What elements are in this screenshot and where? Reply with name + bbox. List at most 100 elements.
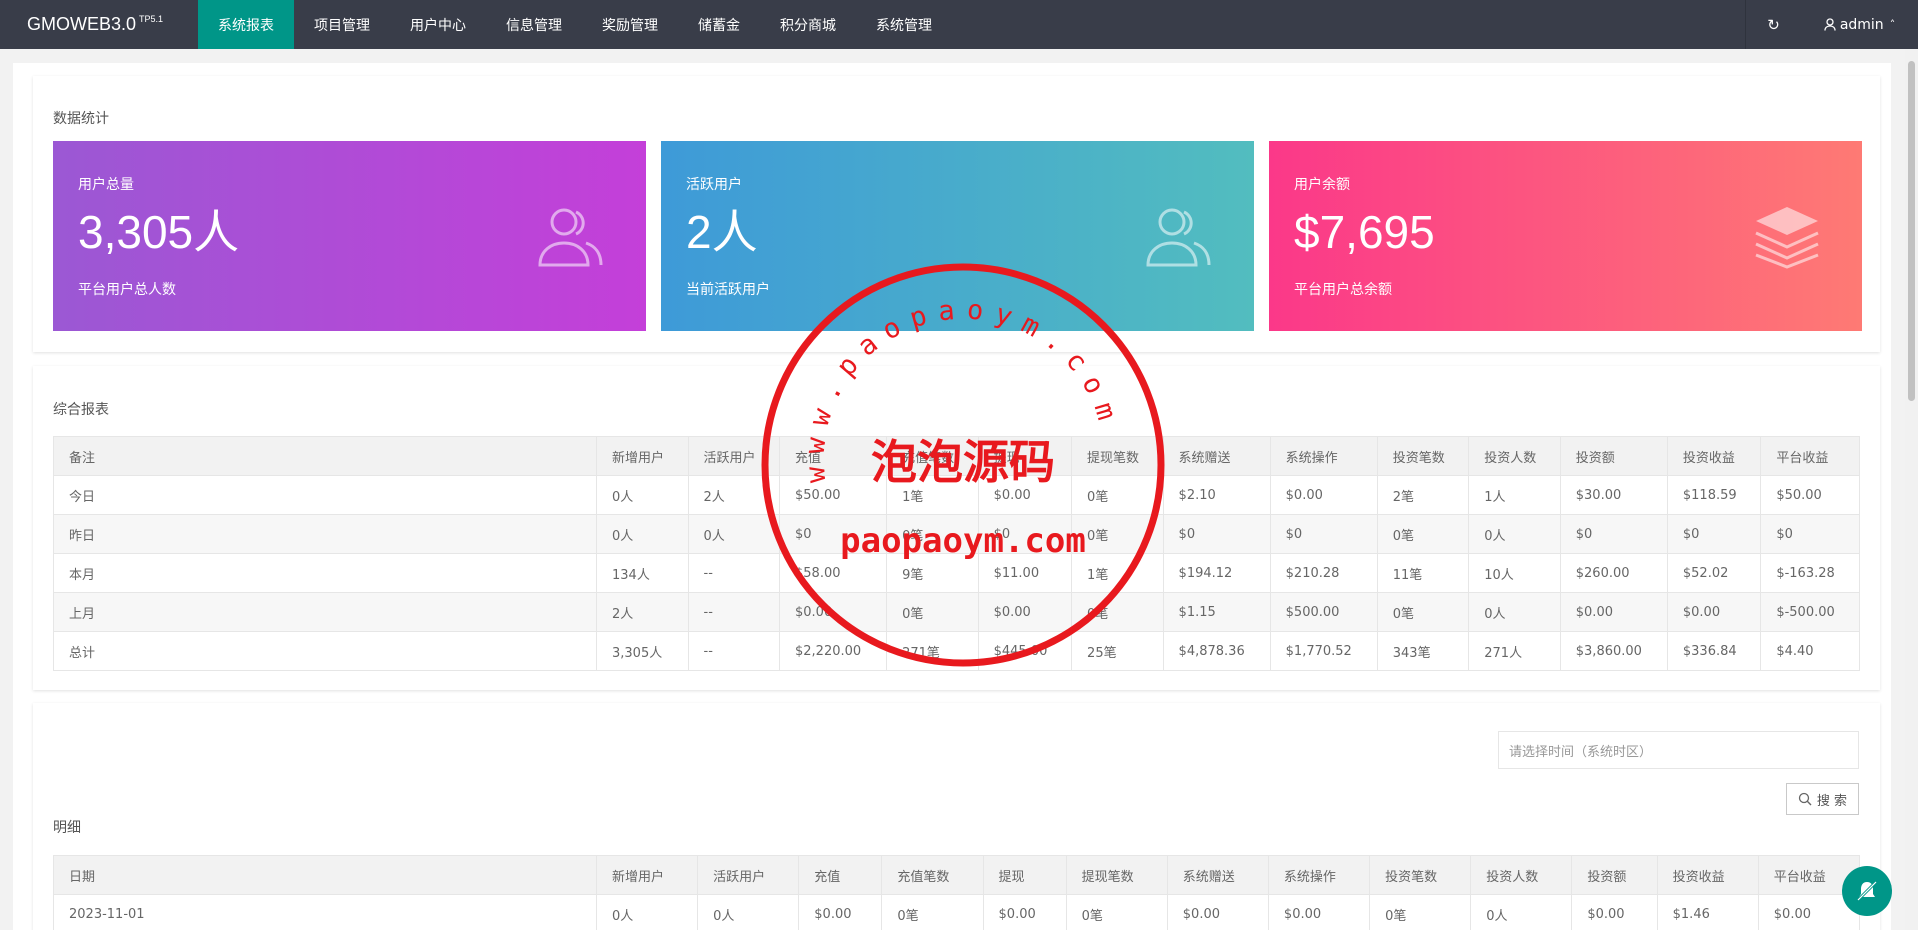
table-cell: 本月 <box>53 553 597 593</box>
table-cell: $0.00 <box>1571 894 1658 930</box>
logo[interactable]: GMOWEB3.0 TP5.1 <box>0 0 198 49</box>
nav-item-1[interactable]: 项目管理 <box>294 0 390 49</box>
stat-caption: 当前活跃用户 <box>686 282 770 298</box>
column-header: 充值笔数 <box>881 855 984 895</box>
table-cell: $445.00 <box>977 631 1073 671</box>
table-cell: 271人 <box>1468 631 1561 671</box>
table-cell: $0.00 <box>1269 475 1378 515</box>
table-cell: 0笔 <box>1071 475 1164 515</box>
column-header: 提现笔数 <box>1065 855 1168 895</box>
table-cell: 0笔 <box>886 592 979 632</box>
column-header: 提现 <box>982 855 1067 895</box>
table-cell: 134人 <box>596 553 689 593</box>
table-cell: $0 <box>1559 514 1668 554</box>
table-cell: 1人 <box>1468 475 1561 515</box>
nav-item-3[interactable]: 信息管理 <box>486 0 582 49</box>
table-cell: $58.00 <box>778 553 888 593</box>
nav-item-0[interactable]: 系统报表 <box>198 0 294 49</box>
table-cell: $118.59 <box>1666 475 1762 515</box>
nav-item-2[interactable]: 用户中心 <box>390 0 486 49</box>
username: admin <box>1839 16 1884 33</box>
table-cell: $0.00 <box>982 894 1067 930</box>
chevron-up-icon: ˄ <box>1889 18 1896 31</box>
user-menu[interactable]: admin ˄ <box>1801 0 1918 49</box>
table-cell: 271笔 <box>886 631 979 671</box>
stat-value: 3,305人 <box>78 206 240 258</box>
table-cell: $-163.28 <box>1760 553 1860 593</box>
table-cell: $0.00 <box>778 592 888 632</box>
column-header: 新增用户 <box>596 436 689 476</box>
floating-help-button[interactable] <box>1842 866 1892 916</box>
table-cell: 1笔 <box>1071 553 1164 593</box>
table-cell: 今日 <box>53 475 597 515</box>
table-cell: $336.84 <box>1666 631 1762 671</box>
logo-text: GMOWEB3.0 <box>27 14 137 34</box>
table-cell: 0笔 <box>1071 592 1164 632</box>
refresh-button[interactable]: ↻ <box>1745 0 1801 49</box>
column-header: 充值 <box>798 855 883 895</box>
column-header: 投资笔数 <box>1369 855 1472 895</box>
table-cell: 2人 <box>596 592 689 632</box>
table-cell: 0人 <box>596 475 689 515</box>
page-scrollbar[interactable] <box>1905 49 1918 930</box>
stat-tiles: 用户总量 3,305人 平台用户总人数 活跃用户 2人 当前活跃用户 用户余额 $7,695 平… <box>53 141 1862 331</box>
table-cell: 0人 <box>596 514 689 554</box>
header-right: ↻ admin ˄ <box>1745 0 1918 49</box>
table-cell: 25笔 <box>1071 631 1164 671</box>
table-cell: $0.00 <box>977 592 1073 632</box>
table-cell: 0笔 <box>1376 592 1470 632</box>
table-cell: 10人 <box>1468 553 1561 593</box>
date-range-input[interactable]: 请选择时间（系统时区） <box>1498 731 1859 769</box>
table-cell: $0 <box>1269 514 1378 554</box>
main-nav: 系统报表 项目管理 用户中心 信息管理 奖励管理 储蓄金 积分商城 系统管理 <box>198 0 952 49</box>
stat-tile-0: 用户总量 3,305人 平台用户总人数 <box>53 141 646 331</box>
table-cell: 0笔 <box>1369 894 1472 930</box>
nav-item-5[interactable]: 储蓄金 <box>678 0 760 49</box>
scrollbar-thumb[interactable] <box>1908 61 1915 401</box>
table-cell: $0 <box>1666 514 1762 554</box>
table-cell: 0人 <box>595 894 699 930</box>
table-cell: $0.00 <box>1166 894 1269 930</box>
column-header: 系统操作 <box>1267 855 1371 895</box>
table-cell: $11.00 <box>977 553 1073 593</box>
column-header: 投资人数 <box>1470 855 1573 895</box>
table-row: 上月 2人 -- $0.00 0笔 $0.00 0笔 $1.15 $500.00 0笔 0人 $0.0… <box>53 592 1860 632</box>
detail-title: 明细 <box>53 820 81 836</box>
search-button[interactable]: 搜 索 <box>1786 783 1859 815</box>
table-cell: -- <box>687 592 780 632</box>
refresh-icon: ↻ <box>1767 15 1780 34</box>
table-cell: $260.00 <box>1559 553 1668 593</box>
stat-label: 活跃用户 <box>686 177 742 193</box>
logo-version: TP5.1 <box>139 13 164 24</box>
table-cell: $2,220.00 <box>778 631 888 671</box>
column-header: 活跃用户 <box>697 855 800 895</box>
column-header: 备注 <box>53 436 597 476</box>
table-cell: 2笔 <box>1376 475 1470 515</box>
table-row: 昨日 0人 0人 $0 0笔 $0 0笔 $0 $0 0笔 0人 $0 $0 $0 <box>53 514 1860 554</box>
table-cell: 343笔 <box>1376 631 1470 671</box>
nav-item-7[interactable]: 系统管理 <box>856 0 952 49</box>
column-header: 投资收益 <box>1656 855 1759 895</box>
stat-caption: 平台用户总人数 <box>78 282 176 298</box>
table-cell: $0.00 <box>798 894 883 930</box>
table-cell: $0 <box>1760 514 1860 554</box>
nav-item-4[interactable]: 奖励管理 <box>582 0 678 49</box>
detail-table: 日期 新增用户 活跃用户 充值 充值笔数 提现 提现笔数 系统赠送 系统操作 投资笔数 投资人数 投资… <box>53 855 1861 930</box>
column-header: 提现 <box>977 436 1073 476</box>
nav-item-6[interactable]: 积分商城 <box>760 0 856 49</box>
table-cell: 2023-11-01 <box>53 894 597 930</box>
table-cell: $1.46 <box>1656 894 1759 930</box>
column-header: 日期 <box>53 855 597 895</box>
column-header: 投资笔数 <box>1376 436 1470 476</box>
table-header-row: 备注 新增用户 活跃用户 充值 充值笔数 提现 提现笔数 系统赠送 系统操作 投资笔数 投资人数 投资… <box>53 436 1860 476</box>
table-cell: $4.40 <box>1760 631 1860 671</box>
report-title: 综合报表 <box>53 402 109 418</box>
column-header: 充值 <box>778 436 888 476</box>
table-cell: 总计 <box>53 631 597 671</box>
column-header: 投资额 <box>1571 855 1658 895</box>
table-cell: 上月 <box>53 592 597 632</box>
stat-value: 2人 <box>686 206 758 258</box>
table-cell: $4,878.36 <box>1162 631 1271 671</box>
stat-tile-1: 活跃用户 2人当前活跃用户 <box>661 141 1254 331</box>
stat-tile-2: 用户余额 $7,695 平台用户总余额 <box>1269 141 1862 331</box>
